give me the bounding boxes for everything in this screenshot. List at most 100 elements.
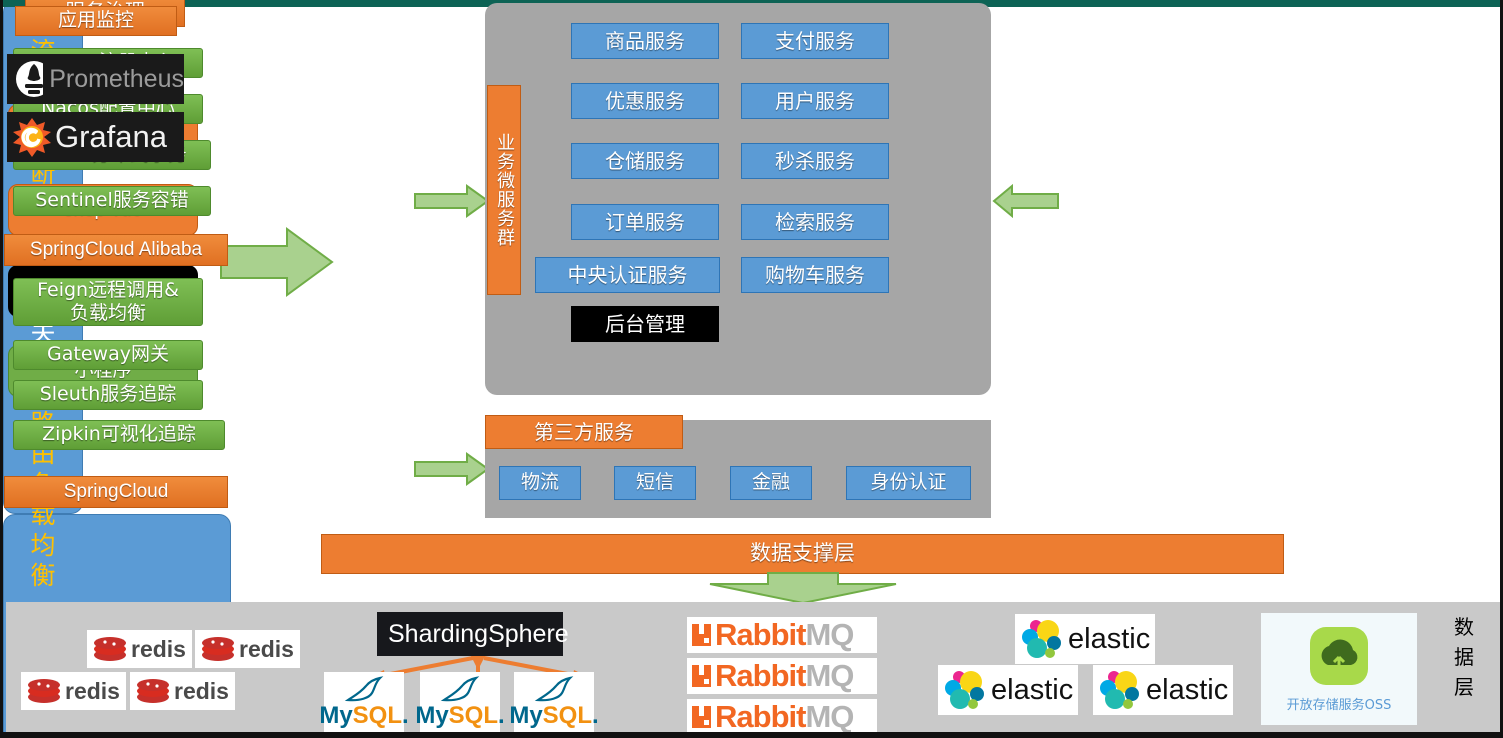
service-label: 商品服务	[605, 28, 685, 53]
prometheus-label: Prometheus	[49, 64, 184, 93]
sc-sentinel[interactable]: Sentinel服务容错	[13, 186, 211, 216]
data-support-bar: 数据支撑层	[321, 534, 1284, 574]
elastic-label: elastic	[991, 673, 1074, 706]
dl-char: 数	[1454, 615, 1474, 639]
rabbitmq-label: RabbitMQ	[715, 658, 854, 693]
sc-sleuth[interactable]: Sleuth服务追踪	[13, 380, 203, 410]
redis-icon	[202, 637, 234, 661]
redis-icon	[94, 637, 126, 661]
bar-label: SpringCloud Alibaba	[29, 239, 203, 261]
elastic-logo-3: elastic	[1093, 665, 1233, 715]
data-support-label: 数据支撑层	[750, 541, 855, 566]
arrow-springcloud-to-microservices	[992, 184, 1059, 218]
sc-zipkin[interactable]: Zipkin可视化追踪	[13, 420, 225, 450]
header-label: 应用监控	[57, 9, 134, 32]
service-warehouse[interactable]: 仓储服务	[571, 143, 719, 179]
elastic-icon	[1022, 620, 1061, 658]
service-label: 优惠服务	[605, 88, 685, 113]
service-seckill[interactable]: 秒杀服务	[741, 143, 889, 179]
rabbitmq-label: RabbitMQ	[715, 617, 854, 652]
rabbitmq-icon	[692, 706, 711, 728]
mysql-logo-3: MySQL.	[509, 672, 599, 734]
third-party-tag: 第三方服务	[485, 415, 683, 449]
service-label: 后台管理	[605, 311, 685, 336]
service-search[interactable]: 检索服务	[741, 204, 889, 240]
mysql-dolphin-icon	[344, 676, 384, 702]
third-party-finance[interactable]: 金融	[730, 466, 812, 500]
third-party-logistics[interactable]: 物流	[499, 466, 581, 500]
elastic-icon	[945, 671, 984, 709]
service-central-auth[interactable]: 中央认证服务	[535, 257, 720, 293]
sc-item-label: Sentinel服务容错	[35, 189, 189, 212]
dl-char: 据	[1454, 645, 1474, 669]
grafana-logo-box[interactable]: Grafana	[7, 112, 184, 162]
redis-logo-2: redis	[195, 630, 300, 668]
shardingsphere-label: ShardingSphere	[388, 619, 569, 648]
mysql-dolphin-icon	[440, 676, 480, 702]
arrow-gateway-to-microservices	[414, 184, 490, 218]
springcloud-bar: SpringCloud	[4, 476, 228, 508]
service-label: 支付服务	[775, 28, 855, 53]
service-admin-backend[interactable]: 后台管理	[571, 306, 719, 342]
mysql-label: MySQL.	[509, 702, 599, 729]
oss-logo-box: 开放存储服务OSS	[1261, 613, 1417, 725]
microservices-side-tag: 业务微服务群	[487, 85, 521, 295]
redis-logo-1: redis	[87, 630, 192, 668]
arrow-clients-to-gateway	[220, 227, 334, 297]
elastic-label: elastic	[1146, 673, 1229, 706]
rabbitmq-logo-1: RabbitMQ	[687, 617, 877, 653]
microservices-panel	[485, 3, 991, 395]
service-label: 秒杀服务	[775, 148, 855, 173]
service-product[interactable]: 商品服务	[571, 23, 719, 59]
mysql-dolphin-icon	[534, 676, 574, 702]
third-party-item-label: 金融	[751, 471, 790, 494]
redis-label: redis	[239, 635, 294, 662]
redis-label: redis	[65, 677, 120, 704]
service-coupon[interactable]: 优惠服务	[571, 83, 719, 119]
data-layer-label: 数 据 层	[1446, 612, 1482, 702]
third-party-sms[interactable]: 短信	[614, 466, 696, 500]
redis-icon	[137, 679, 169, 703]
service-cart[interactable]: 购物车服务	[741, 257, 889, 293]
third-party-identity-auth[interactable]: 身份认证	[846, 466, 971, 500]
elastic-logo-2: elastic	[938, 665, 1078, 715]
prometheus-logo-box[interactable]: Prometheus	[7, 54, 184, 104]
redis-icon	[28, 679, 60, 703]
arrow-gateway-to-thirdparty	[414, 452, 490, 486]
rabbitmq-icon	[692, 665, 711, 687]
service-payment[interactable]: 支付服务	[741, 23, 889, 59]
redis-logo-3: redis	[21, 672, 126, 710]
sc-item-label: Zipkin可视化追踪	[42, 423, 196, 446]
service-user[interactable]: 用户服务	[741, 83, 889, 119]
mysql-logo-1: MySQL.	[319, 672, 409, 734]
service-label: 购物车服务	[765, 262, 865, 287]
sc-item-label: Sleuth服务追踪	[39, 383, 177, 406]
service-label: 中央认证服务	[567, 262, 688, 287]
rabbitmq-logo-2: RabbitMQ	[687, 658, 877, 694]
mysql-logo-2: MySQL.	[415, 672, 505, 734]
sc-item-label: Gateway网关	[47, 343, 169, 366]
service-order[interactable]: 订单服务	[571, 204, 719, 240]
elastic-label: elastic	[1068, 622, 1151, 655]
service-label: 订单服务	[605, 209, 685, 234]
monitoring-header: 应用监控	[15, 6, 177, 36]
rabbitmq-label: RabbitMQ	[715, 699, 854, 734]
rabbitmq-logo-3: RabbitMQ	[687, 699, 877, 735]
third-party-item-label: 物流	[520, 471, 559, 494]
service-label: 仓储服务	[605, 148, 685, 173]
sc-gateway[interactable]: Gateway网关	[13, 340, 203, 370]
arrow-data-support-to-data-layer	[709, 572, 897, 604]
service-label: 检索服务	[775, 209, 855, 234]
redis-label: redis	[174, 677, 229, 704]
prometheus-logo	[16, 61, 44, 97]
sc-feign[interactable]: Feign远程调用& 负载均衡	[13, 278, 203, 326]
mysql-label: MySQL.	[415, 702, 505, 729]
elastic-logo-1: elastic	[1015, 614, 1155, 664]
grafana-label: Grafana	[55, 119, 168, 154]
bottom-accent-bar	[3, 732, 1500, 738]
bar-label: SpringCloud	[63, 481, 169, 503]
springcloud-alibaba-bar: SpringCloud Alibaba	[4, 234, 228, 266]
third-party-label: 第三方服务	[534, 419, 634, 444]
grafana-logo	[13, 118, 51, 157]
architecture-diagram: admin-vue shop-vue app 小程序 限 流 鉴 权 熔 断 降…	[0, 0, 1503, 738]
